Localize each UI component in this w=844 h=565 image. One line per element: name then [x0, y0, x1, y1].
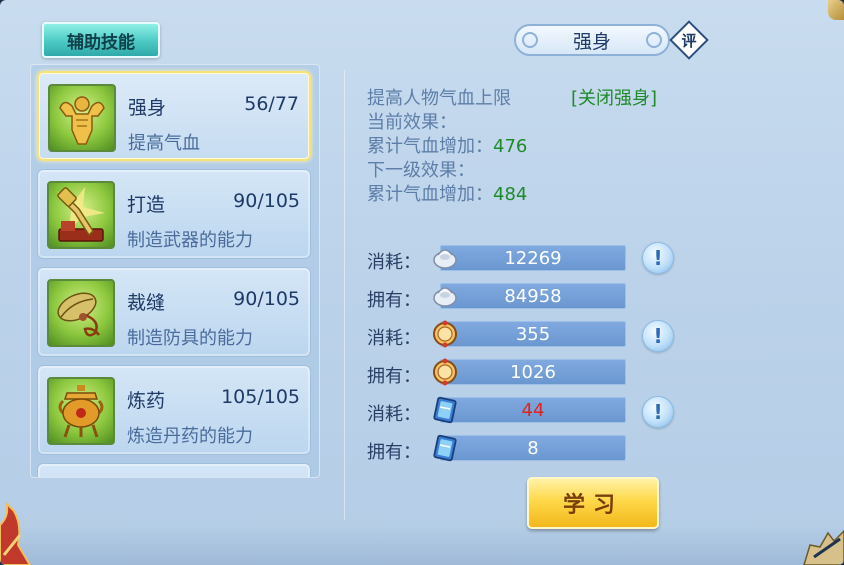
- skill-title: 强身: [572, 30, 611, 53]
- tab-auxiliary-skills[interactable]: 辅助技能: [42, 22, 160, 58]
- own-label: 拥有：: [367, 290, 421, 311]
- skill-name: 裁缝: [127, 292, 166, 314]
- cost-label: 消耗：: [367, 328, 421, 349]
- skill-item-forging[interactable]: 打造 90/105 制造武器的能力: [37, 169, 311, 259]
- cost-value: 355: [515, 323, 551, 345]
- corner-ornament-right: [803, 529, 844, 565]
- cost-value-bar: 355: [440, 321, 626, 347]
- cauldron-icon: [47, 377, 115, 445]
- cost-value: 44: [521, 399, 545, 421]
- sewing-icon: [47, 279, 115, 347]
- next-stat-label: 累计气血增加：: [367, 184, 493, 205]
- book-icon: [433, 434, 457, 462]
- own-value-bar: 8: [440, 435, 626, 461]
- own-value-bar: 1026: [440, 359, 626, 385]
- skill-desc: 炼造丹药的能力: [127, 426, 253, 447]
- skill-item-strength[interactable]: 强身 56/77 提高气血: [37, 71, 311, 161]
- current-effect-label: 当前效果：: [367, 112, 457, 133]
- cost-value: 12269: [504, 247, 562, 269]
- skill-level: 90/105: [233, 190, 300, 212]
- skill-name: 强身: [128, 97, 167, 119]
- current-stat-label: 累计气血增加：: [367, 136, 493, 157]
- skill-panel: 辅助技能 强身 56/77 提高气血 打造 90/105 制造武器的能力 裁缝 …: [0, 0, 844, 565]
- next-stat-value: 484: [493, 184, 528, 205]
- skill-desc: 制造防具的能力: [127, 328, 253, 349]
- current-effect-row: 累计气血增加：476: [367, 132, 527, 158]
- skill-level: 56/77: [244, 93, 299, 115]
- cost-label: 消耗：: [367, 404, 421, 425]
- own-label: 拥有：: [367, 366, 421, 387]
- info-button[interactable]: !: [642, 242, 674, 274]
- effect-description: 提高人物气血上限: [367, 88, 511, 109]
- banner-curl-left: [522, 32, 538, 48]
- contribution-icon: [433, 358, 457, 386]
- skill-name: 炼药: [127, 390, 166, 412]
- skill-desc: 制造武器的能力: [127, 230, 253, 251]
- own-label: 拥有：: [367, 442, 421, 463]
- rate-badge-label[interactable]: 评: [675, 26, 703, 54]
- info-button[interactable]: !: [642, 320, 674, 352]
- contribution-icon: [433, 320, 457, 348]
- bottom-shade: [0, 525, 844, 565]
- silver-icon: [433, 287, 457, 307]
- skill-item-alchemy[interactable]: 炼药 105/105 炼造丹药的能力: [37, 365, 311, 455]
- skill-list[interactable]: 强身 56/77 提高气血 打造 90/105 制造武器的能力 裁缝 90/10…: [30, 64, 320, 478]
- cost-value-bar: 12269: [440, 245, 626, 271]
- own-value: 8: [527, 437, 539, 459]
- skill-item-partial[interactable]: [37, 463, 311, 477]
- book-icon: [433, 396, 457, 424]
- next-effect-label: 下一级效果：: [367, 160, 475, 181]
- next-effect-row: 累计气血增加：484: [367, 180, 527, 206]
- learn-button[interactable]: 学习: [527, 477, 659, 529]
- hammer-icon: [47, 181, 115, 249]
- skill-item-tailoring[interactable]: 裁缝 90/105 制造防具的能力: [37, 267, 311, 357]
- silver-icon: [433, 249, 457, 269]
- skill-level: 90/105: [233, 288, 300, 310]
- corner-ornament: [828, 0, 844, 20]
- own-value: 1026: [510, 361, 556, 383]
- skill-level: 105/105: [221, 386, 300, 408]
- info-button[interactable]: !: [642, 396, 674, 428]
- banner-curl-right: [646, 32, 662, 48]
- close-strength-link[interactable]: [关闭强身]: [571, 84, 657, 110]
- own-value: 84958: [504, 285, 562, 307]
- current-stat-value: 476: [493, 136, 528, 157]
- strongman-icon: [48, 84, 116, 152]
- panel-divider: [344, 70, 345, 520]
- own-value-bar: 84958: [440, 283, 626, 309]
- skill-name: 打造: [127, 194, 166, 216]
- cost-value-bar: 44: [440, 397, 626, 423]
- skill-desc: 提高气血: [128, 133, 200, 154]
- corner-ornament-left: [0, 502, 32, 565]
- cost-label: 消耗：: [367, 252, 421, 273]
